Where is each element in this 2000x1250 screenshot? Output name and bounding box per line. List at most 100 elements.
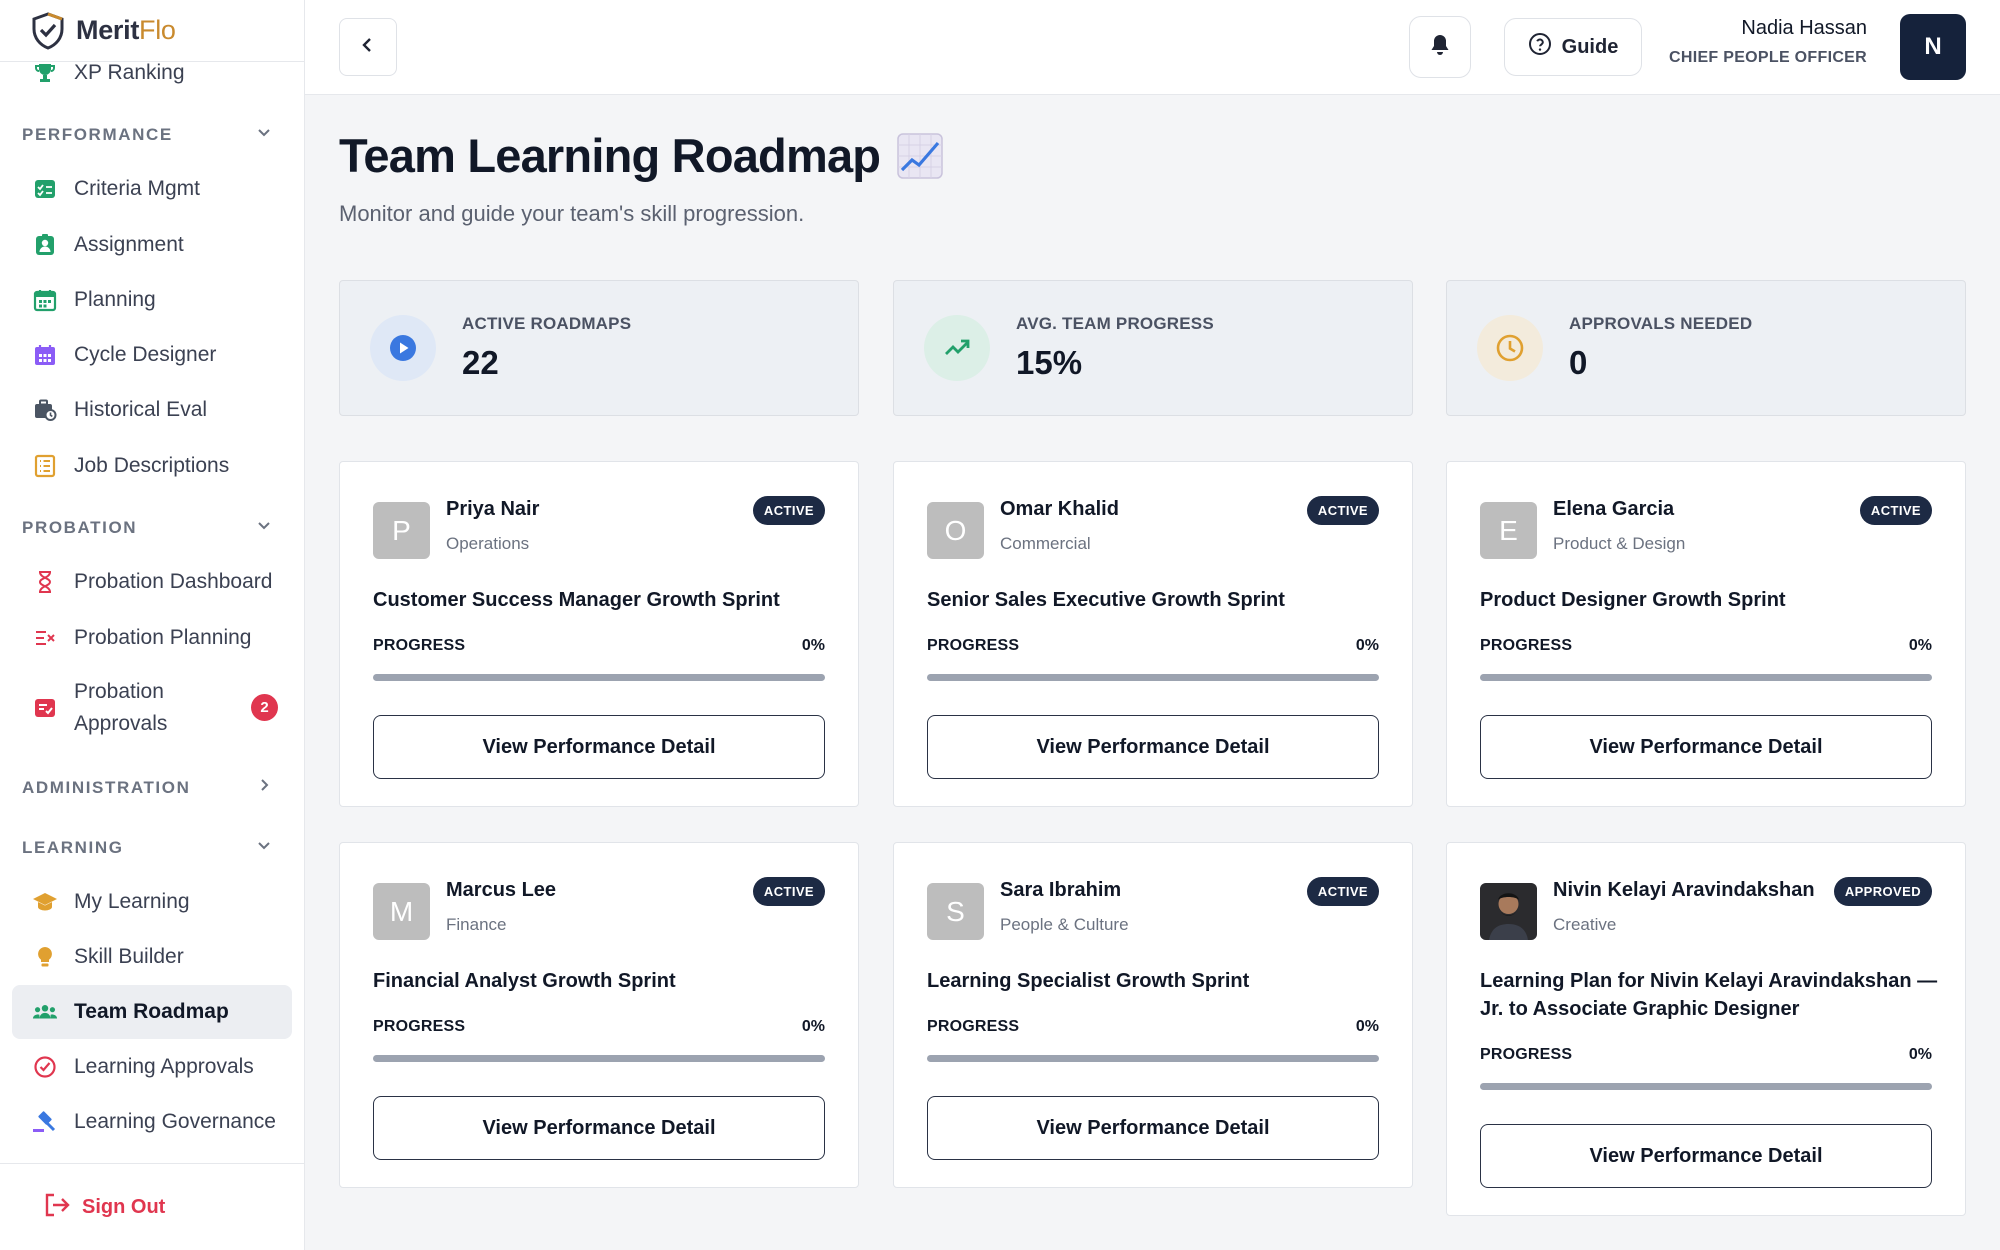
lightbulb-icon bbox=[32, 944, 58, 970]
stat-card-approvals-needed: APPROVALS NEEDED 0 bbox=[1446, 280, 1966, 416]
avatar: O bbox=[927, 502, 984, 559]
user-avatar[interactable]: N bbox=[1900, 14, 1966, 80]
employee-name: Priya Nair bbox=[446, 498, 540, 520]
sidebar-item-label: Learning Approvals bbox=[74, 1055, 254, 1078]
page-subtitle: Monitor and guide your team's skill prog… bbox=[339, 201, 805, 226]
view-performance-detail-button[interactable]: View Performance Detail bbox=[1480, 1124, 1932, 1188]
view-performance-detail-button[interactable]: View Performance Detail bbox=[927, 1096, 1379, 1160]
progress-label: PROGRESS bbox=[373, 637, 466, 654]
progress-label: PROGRESS bbox=[927, 1018, 1020, 1035]
stat-card-avg-team-progress: AVG. TEAM PROGRESS 15% bbox=[893, 280, 1413, 416]
progress-bar bbox=[1480, 674, 1932, 681]
back-button[interactable] bbox=[339, 18, 397, 76]
chevron-down-icon bbox=[256, 124, 272, 145]
section-title: PROBATION bbox=[22, 517, 138, 537]
trend-up-icon bbox=[924, 315, 990, 381]
play-circle-icon bbox=[370, 315, 436, 381]
roadmap-title: Senior Sales Executive Growth Sprint bbox=[927, 589, 1285, 611]
status-badge: APPROVED bbox=[1833, 877, 1932, 906]
trophy-icon bbox=[32, 60, 58, 86]
sidebar-item-probation-dashboard[interactable]: Probation Dashboard bbox=[12, 555, 292, 609]
progress-label: PROGRESS bbox=[1480, 637, 1573, 654]
progress-value: 0% bbox=[801, 1018, 825, 1035]
progress-bar bbox=[927, 1055, 1379, 1062]
employee-name: Sara Ibrahim bbox=[1000, 879, 1122, 901]
sign-out-button[interactable]: Sign Out bbox=[0, 1163, 304, 1250]
sidebar-item-label: Cycle Designer bbox=[74, 343, 217, 366]
sidebar-nav: XP Ranking PERFORMANCE Criteria Mgmt Ass… bbox=[0, 0, 304, 1160]
calendar-icon bbox=[32, 287, 58, 313]
progress-value: 0% bbox=[1355, 637, 1379, 654]
section-title: LEARNING bbox=[22, 837, 124, 857]
check-circle-icon bbox=[32, 1054, 58, 1080]
sidebar-item-label: Learning Governance bbox=[74, 1110, 276, 1133]
employee-department: Operations bbox=[446, 534, 530, 553]
sign-out-label: Sign Out bbox=[82, 1195, 166, 1218]
progress-bar bbox=[373, 1055, 825, 1062]
sidebar-item-learning-governance[interactable]: Learning Governance bbox=[12, 1095, 292, 1149]
sidebar-item-probation-approvals[interactable]: Probation Approvals 2 bbox=[12, 672, 292, 744]
section-administration[interactable]: ADMINISTRATION bbox=[22, 777, 272, 798]
sidebar-item-label: Assignment bbox=[74, 233, 184, 256]
employee-department: Creative bbox=[1553, 915, 1617, 934]
roadmap-card: O Omar Khalid Commercial ACTIVE Senior S… bbox=[893, 461, 1413, 807]
roadmap-title: Learning Plan for Nivin Kelayi Aravindak… bbox=[1480, 970, 1938, 1020]
chevron-down-icon bbox=[256, 837, 272, 858]
stat-value: 0 bbox=[1569, 344, 1588, 381]
view-performance-detail-button[interactable]: View Performance Detail bbox=[927, 715, 1379, 779]
status-badge: ACTIVE bbox=[1306, 877, 1379, 906]
sidebar-item-cycle-designer[interactable]: Cycle Designer bbox=[12, 328, 292, 382]
status-badge: ACTIVE bbox=[1306, 496, 1379, 525]
sidebar-item-label: My Learning bbox=[74, 890, 190, 913]
stat-label: AVG. TEAM PROGRESS bbox=[1016, 314, 1214, 333]
sidebar-item-label: Historical Eval bbox=[74, 398, 208, 421]
sidebar-item-label: Planning bbox=[74, 288, 156, 311]
progress-value: 0% bbox=[801, 637, 825, 654]
avatar: S bbox=[927, 883, 984, 940]
section-learning[interactable]: LEARNING bbox=[22, 837, 272, 858]
view-performance-detail-button[interactable]: View Performance Detail bbox=[1480, 715, 1932, 779]
sidebar-item-learning-approvals[interactable]: Learning Approvals bbox=[12, 1040, 292, 1094]
section-performance[interactable]: PERFORMANCE bbox=[22, 124, 272, 145]
progress-value: 0% bbox=[1355, 1018, 1379, 1035]
roadmap-card: Nivin Kelayi Aravindakshan Creative APPR… bbox=[1446, 842, 1966, 1216]
sidebar-item-historical-eval[interactable]: Historical Eval bbox=[12, 383, 292, 437]
sidebar-item-skill-builder[interactable]: Skill Builder bbox=[12, 930, 292, 984]
sidebar-item-job-descriptions[interactable]: Job Descriptions bbox=[12, 439, 292, 493]
sidebar-item-team-roadmap[interactable]: Team Roadmap bbox=[12, 985, 292, 1039]
roadmap-title: Customer Success Manager Growth Sprint bbox=[373, 589, 780, 611]
person-photo-icon bbox=[1480, 883, 1537, 940]
employee-department: Product & Design bbox=[1553, 534, 1686, 553]
sidebar-item-label: Job Descriptions bbox=[74, 454, 230, 477]
gavel-icon bbox=[32, 1109, 58, 1135]
graduation-cap-icon bbox=[32, 889, 58, 915]
page-title-text: Team Learning Roadmap bbox=[339, 129, 881, 182]
progress-label: PROGRESS bbox=[927, 637, 1020, 654]
avatar-initial: S bbox=[946, 895, 965, 927]
notifications-button[interactable] bbox=[1409, 16, 1471, 78]
sidebar-item-planning[interactable]: Planning bbox=[12, 273, 292, 327]
chevron-left-icon bbox=[359, 36, 377, 59]
user-name: Nadia Hassan bbox=[1741, 17, 1867, 39]
logo[interactable]: MeritFlo bbox=[0, 0, 304, 62]
clock-icon bbox=[1477, 315, 1543, 381]
progress-value: 0% bbox=[1908, 1046, 1932, 1063]
avatar-initial: P bbox=[392, 514, 411, 546]
guide-button[interactable]: Guide bbox=[1504, 18, 1642, 76]
employee-department: Finance bbox=[446, 915, 507, 934]
sidebar-item-assignment[interactable]: Assignment bbox=[12, 218, 292, 272]
team-icon bbox=[32, 999, 58, 1025]
section-title: ADMINISTRATION bbox=[22, 777, 191, 797]
progress-bar bbox=[1480, 1083, 1932, 1090]
view-performance-detail-button[interactable]: View Performance Detail bbox=[373, 715, 825, 779]
roadmap-card: E Elena Garcia Product & Design ACTIVE P… bbox=[1446, 461, 1966, 807]
sidebar-item-criteria-mgmt[interactable]: Criteria Mgmt bbox=[12, 162, 292, 216]
sidebar-item-probation-planning[interactable]: Probation Planning bbox=[12, 611, 292, 665]
employee-name: Marcus Lee bbox=[446, 879, 557, 901]
avatar: E bbox=[1480, 502, 1537, 559]
section-probation[interactable]: PROBATION bbox=[22, 517, 272, 538]
sidebar-item-my-learning[interactable]: My Learning bbox=[12, 875, 292, 929]
view-performance-detail-button[interactable]: View Performance Detail bbox=[373, 1096, 825, 1160]
guide-label: Guide bbox=[1561, 35, 1619, 58]
avatar: M bbox=[373, 883, 430, 940]
